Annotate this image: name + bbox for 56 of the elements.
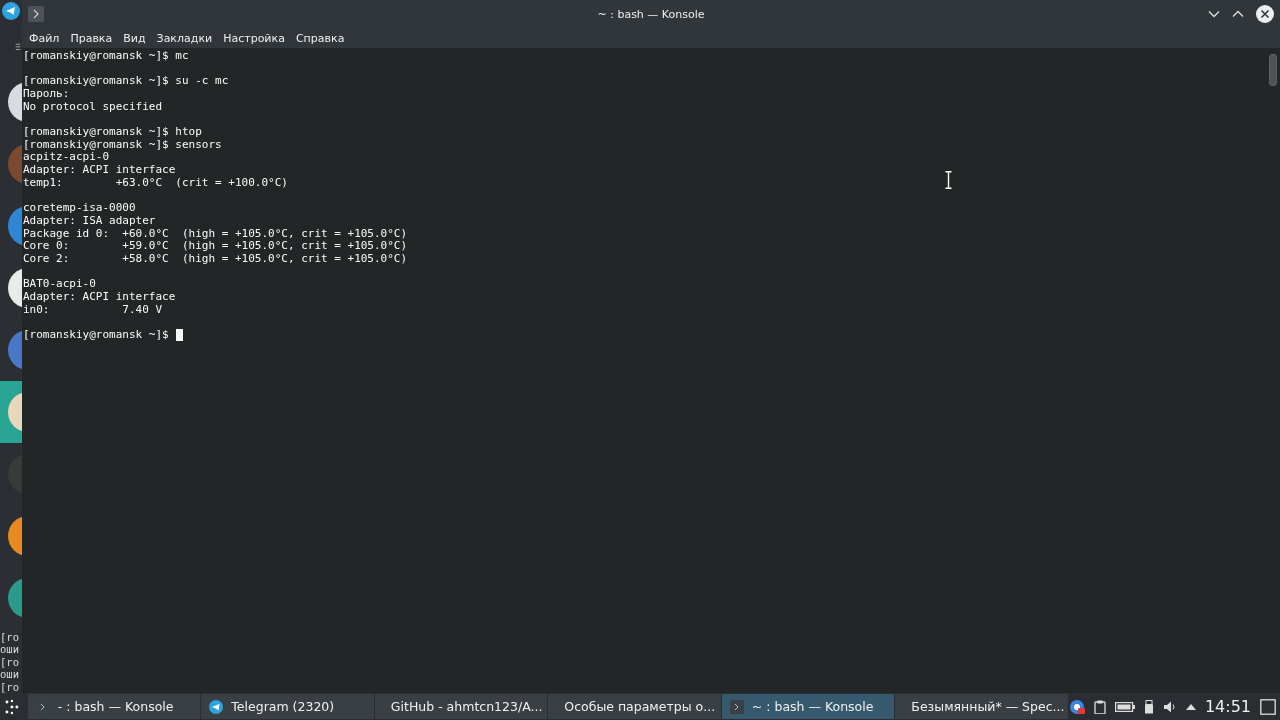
telegram-icon[interactable] — [2, 1, 20, 20]
background-text: оши — [0, 643, 20, 656]
terminal-line: acpitz-acpi-0 — [23, 151, 110, 165]
terminal-line: [romanskiy@romansk ~]$ htop — [23, 126, 202, 139]
telegram-icon — [209, 699, 224, 714]
terminal-icon — [729, 699, 744, 714]
menu-item[interactable]: Вид — [118, 31, 151, 45]
terminal-line: Core 2: +58.0°C (high = +105.0°C, crit = +105.0°C) — [23, 252, 408, 266]
background-text: оши — [0, 668, 20, 681]
terminal-line: No protocol specified — [23, 100, 163, 114]
background-text: [ro — [0, 655, 20, 668]
terminal-icon — [28, 6, 44, 22]
terminal-line: Adapter: ISA adapter — [23, 214, 156, 228]
background-text: [ro — [0, 680, 20, 693]
volume-icon[interactable] — [1162, 699, 1177, 714]
close-icon[interactable] — [1256, 5, 1274, 23]
menu-item[interactable]: Настройка — [218, 31, 290, 45]
text-cursor — [175, 329, 183, 342]
terminal-line: coretemp-isa-0000 — [23, 202, 136, 215]
taskbar-task[interactable]: Безымянный* — Spec... — [895, 694, 1068, 719]
menu-item[interactable]: Файл — [24, 31, 65, 45]
terminal-line: temp1: +63.0°C (crit = +100.0°C) — [23, 176, 288, 190]
terminal-line: [romanskiy@romansk ~]$ su -c mc — [23, 75, 229, 89]
terminal-line: Пароль: — [23, 88, 70, 101]
clipboard-icon[interactable] — [1093, 699, 1106, 714]
menu-item[interactable]: Правка — [65, 31, 118, 45]
minimize-icon[interactable] — [1208, 10, 1220, 18]
taskbar-task[interactable]: Telegram (2320) — [201, 694, 374, 719]
launcher-icon[interactable] — [4, 698, 20, 715]
terminal-line: BAT0-acpi-0 — [23, 278, 96, 291]
background-text: [ro — [0, 630, 20, 643]
show-desktop-icon[interactable] — [1260, 698, 1276, 715]
taskbar-task[interactable]: ~ : bash — Konsole — [721, 694, 895, 719]
terminal-line: Package id 0: +60.0°C (high = +105.0°C, crit = +105.0°C) — [23, 227, 408, 241]
menu-item[interactable]: Закладки — [151, 31, 218, 45]
taskbar-task[interactable]: GitHub - ahmtcn123/A... — [374, 694, 548, 719]
taskbar-task[interactable]: - : bash — Konsole — [27, 694, 201, 719]
terminal-line: Adapter: ACPI interface — [23, 164, 176, 177]
window-title: ~ : bash — Konsole — [597, 7, 705, 21]
taskbar-task[interactable]: Особые параметры о... — [548, 694, 721, 719]
scrollbar[interactable] — [1269, 54, 1277, 86]
usb-drive-icon[interactable] — [1143, 699, 1154, 714]
terminal-line: in0: 7.40 V — [23, 303, 163, 317]
browser-icon[interactable] — [1068, 698, 1085, 715]
terminal-line: Core 0: +59.0°C (high = +105.0°C, crit = +105.0°C) — [23, 240, 408, 253]
terminal-line: Adapter: ACPI interface — [23, 291, 176, 304]
menu-icon[interactable] — [15, 43, 21, 51]
terminal-prompt: [romanskiy@romansk ~]$ — [23, 329, 169, 342]
terminal-line: [romanskiy@romansk ~]$ sensors — [23, 138, 222, 152]
battery-icon[interactable] — [1114, 701, 1135, 712]
maximize-icon[interactable] — [1232, 10, 1244, 18]
terminal-line: [romanskiy@romansk ~]$ mc — [23, 50, 189, 63]
expand-tray-icon[interactable] — [1185, 703, 1196, 710]
menu-item[interactable]: Справка — [290, 31, 350, 45]
ibeam-cursor-icon — [945, 171, 952, 189]
clock[interactable]: 14:51 — [1204, 697, 1251, 716]
